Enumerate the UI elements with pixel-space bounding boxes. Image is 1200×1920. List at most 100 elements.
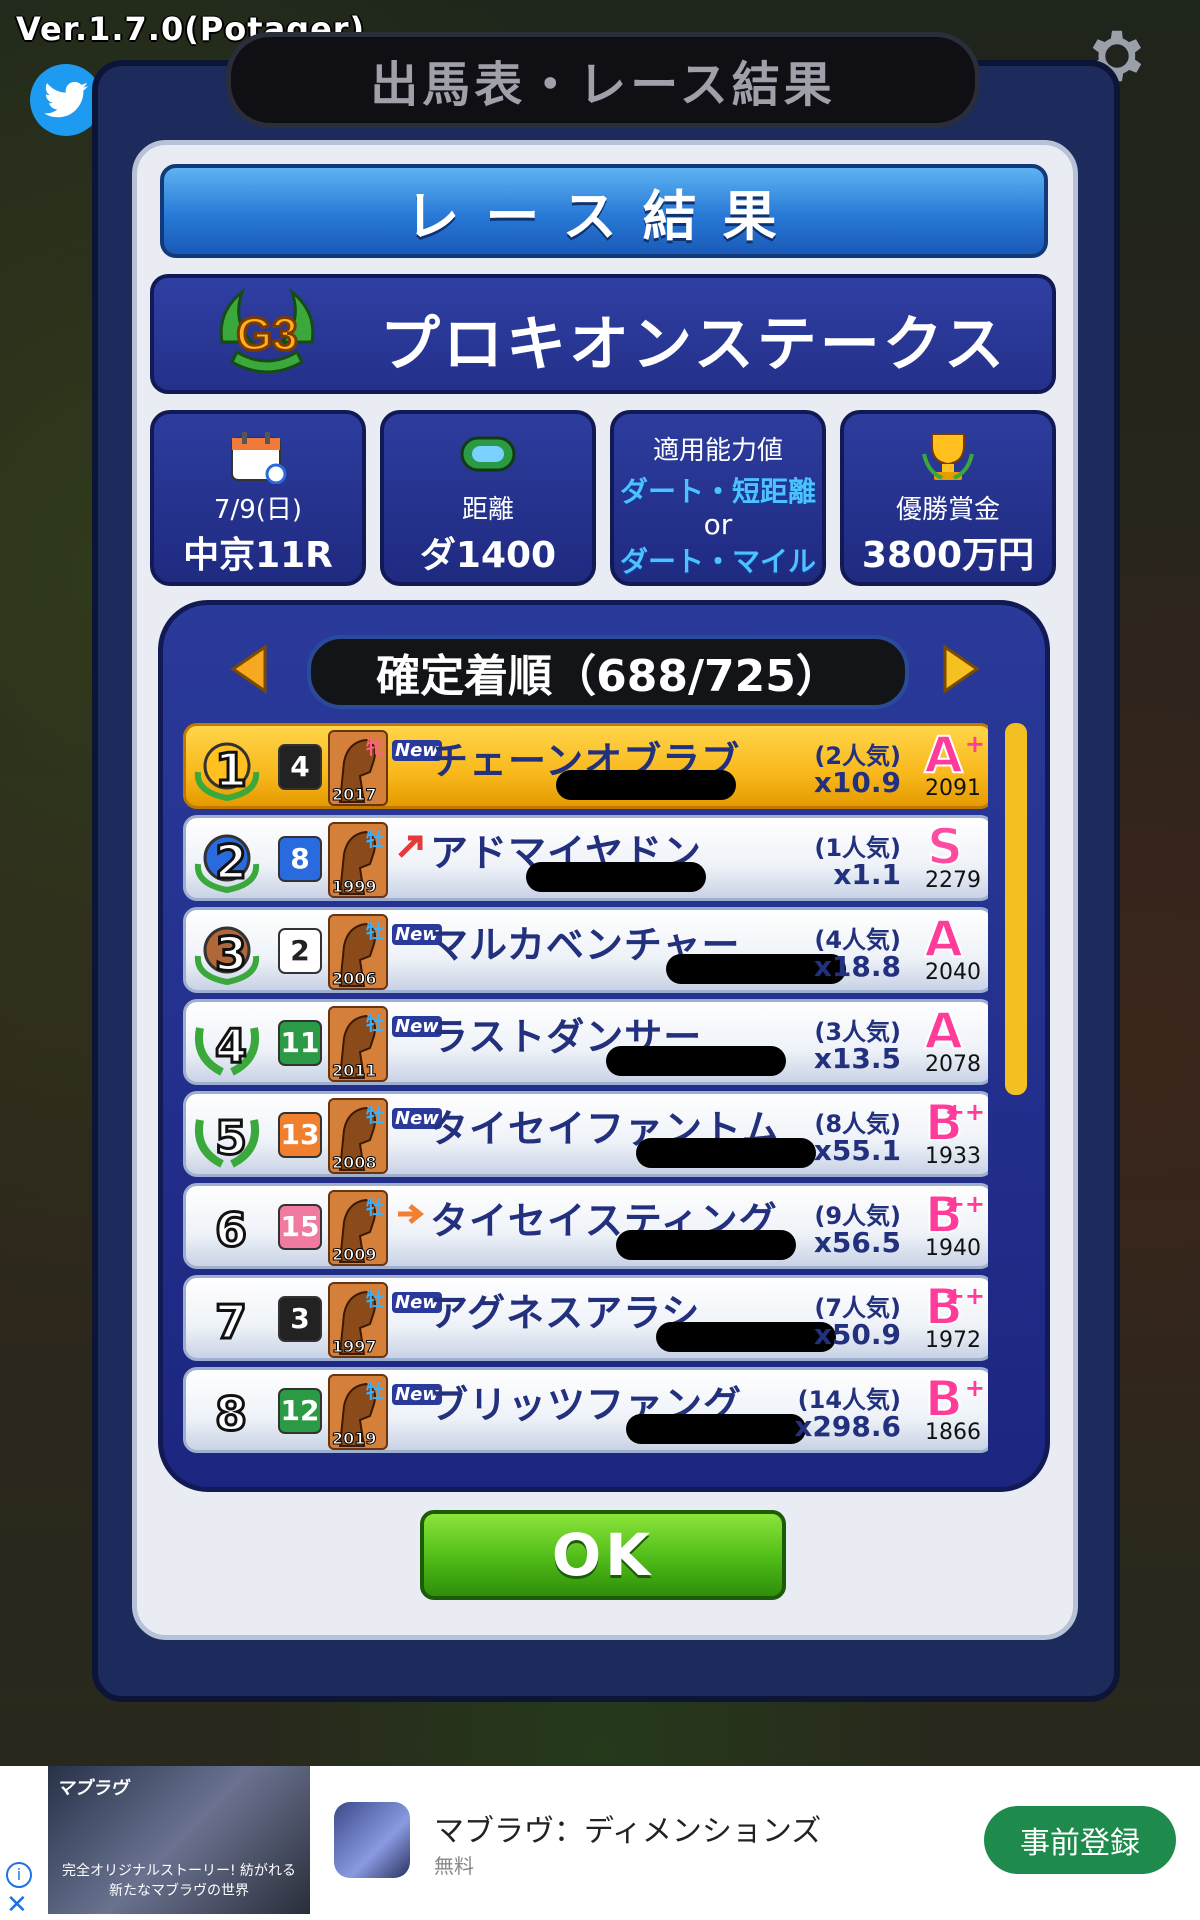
ok-button[interactable]: OK: [420, 1510, 786, 1600]
rating: 2091: [925, 776, 981, 801]
trend-flat-icon: [398, 1204, 425, 1224]
ad-logo: マブラヴ: [56, 1778, 128, 1799]
rating: 1972: [925, 1328, 981, 1353]
place-number: 7: [213, 1294, 248, 1351]
race-name: プロキオンステークス: [380, 310, 1007, 380]
table-row[interactable]: 4 11 牡 2011 New ラストダンサー (3人気) x13.5 A 2078: [183, 999, 988, 1085]
calendar-icon: [231, 432, 287, 484]
horse-year: 2019: [332, 1429, 378, 1449]
rating: 2078: [925, 1052, 981, 1077]
place-number: 3: [213, 926, 248, 983]
ad-title[interactable]: マブラヴ：ディメンションズ: [434, 1806, 821, 1850]
horse-portrait: 牡 2008: [328, 1098, 388, 1174]
horse-year: 2009: [332, 1245, 378, 1265]
distance-box: 距離 ダ1400: [380, 410, 596, 586]
horse-portrait: 牡 1999: [328, 822, 388, 898]
horse-portrait: 牡 2011: [328, 1006, 388, 1082]
prize-value: 3800万円: [861, 535, 1035, 576]
redaction-scribble: [616, 1230, 796, 1260]
place-badge: 8: [192, 1376, 262, 1446]
table-row[interactable]: 2 8 牡 1999 アドマイヤドン (1人気) x1.1 S 2279: [183, 815, 988, 901]
sex-label: 牡: [366, 1198, 384, 1219]
gate-number: 2: [278, 928, 322, 974]
gate-number: 13: [278, 1112, 322, 1158]
ad-app-icon[interactable]: [334, 1802, 410, 1878]
place-number: 4: [213, 1018, 248, 1075]
place-number: 5: [213, 1110, 248, 1167]
rating: 2040: [925, 960, 981, 985]
rank-plus: ++: [944, 1190, 985, 1218]
ad-register-button[interactable]: 事前登録: [984, 1806, 1176, 1874]
sex-label: 牡: [366, 1382, 384, 1403]
odds: x56.5: [813, 1226, 901, 1259]
sex-label: 牡: [366, 830, 384, 851]
track-icon: [460, 436, 516, 472]
ad-banner[interactable]: マブラヴ 完全オリジナルストーリー! 紡がれる新たなマブラヴの世界 マブラヴ：デ…: [0, 1766, 1200, 1920]
rank-plus: +: [964, 1374, 985, 1402]
twitter-icon: [44, 81, 88, 118]
ad-image-caption: 完全オリジナルストーリー! 紡がれる新たなマブラヴの世界: [61, 1863, 297, 1899]
trend-up-icon: [398, 835, 423, 858]
table-row[interactable]: 3 2 牡 2006 New マルカベンチャー (4人気) x18.8 A 2040: [183, 907, 988, 993]
ability-option-2: ダート・マイル: [619, 545, 816, 578]
horse-portrait: 牡 2019: [328, 1374, 388, 1450]
table-row[interactable]: 5 13 牡 2008 New タイセイファントム (8人気) x55.1 B ++ 1933: [183, 1091, 988, 1177]
horse-portrait: 牡 1997: [328, 1282, 388, 1358]
g3-badge-icon: G3: [219, 287, 315, 374]
redaction-scribble: [636, 1138, 816, 1168]
place-badge: 4: [192, 1008, 262, 1078]
sex-label: 牡: [366, 922, 384, 943]
result-rows[interactable]: 1 4 牝 2017 New チェーンオブラブ (2人気) x10.9 A +2091 2 8 牡 199…: [183, 723, 988, 1463]
ad-subtitle: 無料: [434, 1854, 474, 1878]
table-row[interactable]: 6 15 牡 2009 タイセイスティング (9人気) x56.5 B ++ 1940: [183, 1183, 988, 1269]
place-badge: 3: [192, 916, 262, 986]
place-badge: 7: [192, 1284, 262, 1354]
horse-portrait: 牡 2009: [328, 1190, 388, 1266]
sex-label: 牡: [366, 1290, 384, 1311]
gate-number: 15: [278, 1204, 322, 1250]
place-number: 2: [213, 834, 248, 891]
horse-portrait: 牝 2017: [328, 730, 388, 806]
ability-label: 適用能力値: [652, 436, 783, 466]
place-badge: 1: [192, 732, 262, 802]
ad-info-icon[interactable]: i: [6, 1862, 32, 1888]
table-row[interactable]: 1 4 牝 2017 New チェーンオブラブ (2人気) x10.9 A +2091: [183, 723, 988, 809]
table-row[interactable]: 8 12 牡 2019 New ブリッツファング (14人気) x298.6 B +1866: [183, 1367, 988, 1453]
next-arrow-icon[interactable]: [941, 643, 981, 695]
sex-label: 牡: [366, 1014, 384, 1035]
rating: 2279: [925, 868, 981, 893]
race-venue: 中京11R: [183, 535, 333, 576]
gate-number: 8: [278, 836, 322, 882]
trophy-icon: [922, 433, 974, 480]
result-banner: レース結果: [160, 164, 1048, 258]
results-list: 確定着順（688/725） 1 4 牝 2017 New チェーンオブラブ (2人気) x10…: [158, 600, 1050, 1492]
prev-arrow-icon[interactable]: [229, 643, 269, 695]
odds: x50.9: [813, 1318, 901, 1351]
horse-year: 2008: [332, 1153, 378, 1173]
ad-image[interactable]: マブラヴ 完全オリジナルストーリー! 紡がれる新たなマブラヴの世界: [48, 1766, 310, 1914]
distance-value: ダ1400: [419, 535, 557, 576]
redaction-scribble: [626, 1414, 806, 1444]
gate-number: 4: [278, 744, 322, 790]
table-row[interactable]: 7 3 牡 1997 New アグネスアラシ (7人気) x50.9 B ++ 1972: [183, 1275, 988, 1361]
rank-plus: ++: [944, 1282, 985, 1310]
scrollbar[interactable]: [1005, 723, 1027, 1095]
race-date: 7/9(日): [213, 495, 303, 525]
ability-option-1: ダート・短距離: [619, 475, 816, 508]
odds: x55.1: [813, 1134, 901, 1167]
redaction-scribble: [656, 1322, 836, 1352]
horse-year: 2006: [332, 969, 378, 989]
gate-number: 3: [278, 1296, 322, 1342]
ability-box: 適用能力値 ダート・短距離 or ダート・マイル: [610, 410, 826, 586]
race-name-bar: G3 プロキオンステークス: [150, 274, 1056, 394]
redaction-scribble: [526, 862, 706, 892]
horse-year: 2017: [332, 785, 378, 805]
place-number: 8: [213, 1386, 248, 1443]
gate-number: 11: [278, 1020, 322, 1066]
rating: 1866: [925, 1420, 981, 1445]
odds: x1.1: [833, 858, 901, 891]
rating: 1933: [925, 1144, 981, 1169]
ad-close-icon[interactable]: ✕: [6, 1890, 28, 1920]
odds: x10.9: [813, 766, 901, 799]
panel-title: 出馬表・レース結果: [226, 32, 980, 128]
